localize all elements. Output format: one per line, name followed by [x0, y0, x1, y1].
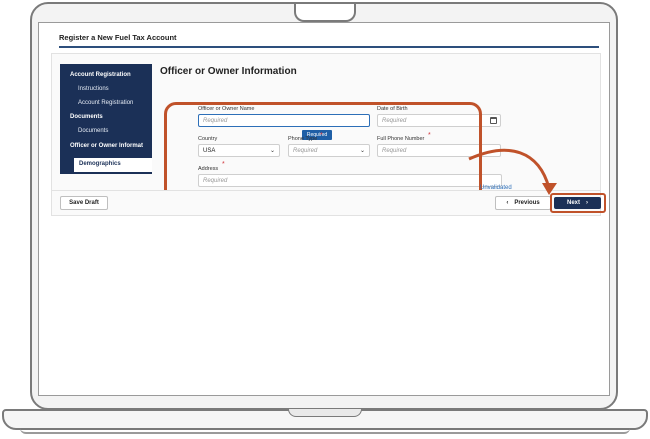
laptop-camera-notch: [294, 4, 356, 22]
laptop-mockup: Register a New Fuel Tax Account Account …: [0, 0, 650, 439]
laptop-trackpad-notch: [288, 409, 362, 417]
laptop-base-edge: [20, 428, 630, 434]
callout-arrow: [468, 148, 557, 195]
laptop-screen: Register a New Fuel Tax Account Account …: [38, 22, 610, 396]
